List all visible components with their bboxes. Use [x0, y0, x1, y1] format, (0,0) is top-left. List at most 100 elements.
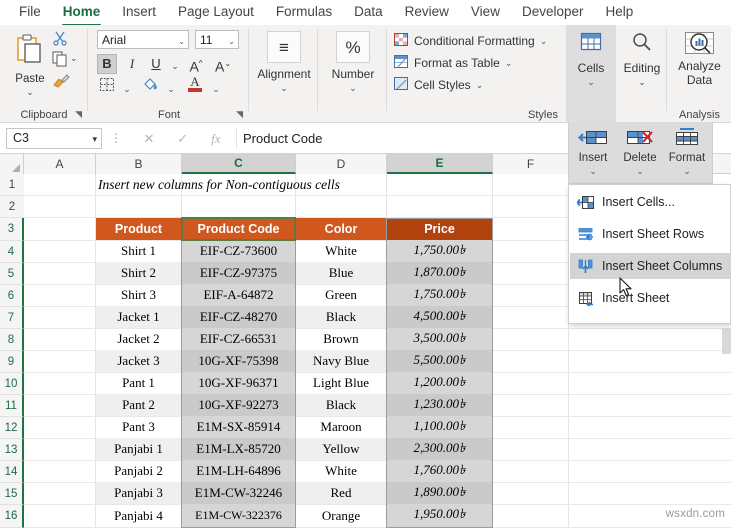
cells-icon[interactable]	[576, 30, 606, 58]
underline-button[interactable]: U	[146, 54, 166, 74]
table-row[interactable]: Panjabi 1	[96, 438, 181, 460]
table-header-product-code[interactable]: Product Code	[182, 218, 295, 240]
editing-caret-icon[interactable]: ⌄	[617, 77, 667, 88]
font-size-caret-icon[interactable]: ⌄	[228, 34, 235, 50]
menu-item-insert-sheet[interactable]: Insert Sheet	[570, 285, 731, 311]
table-row[interactable]: Green	[296, 284, 386, 306]
format-painter-icon[interactable]	[52, 73, 70, 92]
format-as-table-caret-icon[interactable]: ⌄	[505, 58, 513, 69]
table-row[interactable]: 1,870.00৳	[387, 262, 492, 284]
table-row[interactable]: 10G-XF-92273	[182, 394, 295, 416]
tab-page-layout[interactable]: Page Layout	[167, 2, 265, 23]
table-row[interactable]: Red	[296, 482, 386, 504]
paste-caret-icon[interactable]: ⌄	[8, 87, 52, 98]
table-row[interactable]: 1,760.00৳	[387, 460, 492, 482]
name-box[interactable]: C3 ▾	[6, 128, 102, 149]
italic-button[interactable]: I	[122, 54, 142, 74]
table-row[interactable]: EIF-CZ-66531	[182, 328, 295, 350]
table-row[interactable]: Orange	[296, 504, 386, 527]
menu-item-insert-sheet-rows[interactable]: Insert Sheet Rows	[570, 221, 731, 247]
row-header-6[interactable]: 6	[0, 285, 24, 307]
table-row[interactable]: Navy Blue	[296, 350, 386, 372]
row-header-14[interactable]: 14	[0, 461, 24, 483]
table-row[interactable]: 1,230.00৳	[387, 394, 492, 416]
increase-font-size-button[interactable]: A^	[186, 54, 206, 75]
table-row[interactable]: Maroon	[296, 416, 386, 438]
table-row[interactable]: Yellow	[296, 438, 386, 460]
tab-help[interactable]: Help	[595, 2, 645, 23]
column-header-b[interactable]: B	[96, 154, 182, 174]
tab-review[interactable]: Review	[394, 2, 460, 23]
table-row[interactable]: Pant 3	[96, 416, 181, 438]
table-row[interactable]: 10G-XF-96371	[182, 372, 295, 394]
tab-formulas[interactable]: Formulas	[265, 2, 343, 23]
table-row[interactable]: Jacket 1	[96, 306, 181, 328]
tab-data[interactable]: Data	[343, 2, 394, 23]
row-header-15[interactable]: 15	[0, 483, 24, 505]
insert-split-button[interactable]: Insert ⌄	[570, 124, 616, 182]
cell-styles-caret-icon[interactable]: ⌄	[476, 80, 484, 91]
analyze-data-icon[interactable]	[682, 30, 718, 58]
cell-b1-title[interactable]: Insert new columns for Non-contiguous ce…	[98, 174, 518, 195]
cut-icon[interactable]	[52, 30, 68, 49]
table-header-color[interactable]: Color	[296, 218, 386, 240]
cell-c1-c2-empty[interactable]	[182, 174, 295, 217]
table-row[interactable]: Black	[296, 306, 386, 328]
table-row[interactable]: 5,500.00৳	[387, 350, 492, 372]
table-row[interactable]: EIF-CZ-73600	[182, 240, 295, 262]
underline-caret-icon[interactable]: ⌄	[165, 56, 185, 76]
table-row[interactable]: Panjabi 2	[96, 460, 181, 482]
table-row[interactable]: Light Blue	[296, 372, 386, 394]
table-row[interactable]: E1M-LX-85720	[182, 438, 295, 460]
table-row[interactable]: Pant 1	[96, 372, 181, 394]
menu-item-insert-sheet-columns[interactable]: Insert Sheet Columns	[570, 253, 731, 279]
number-caret-icon[interactable]: ⌄	[319, 83, 387, 94]
column-header-f[interactable]: F	[493, 154, 569, 174]
cancel-icon[interactable]: ✕	[143, 131, 154, 147]
select-all-corner[interactable]	[0, 154, 24, 174]
tab-file[interactable]: File	[8, 2, 52, 23]
tab-developer[interactable]: Developer	[511, 2, 595, 23]
table-row[interactable]: Panjabi 3	[96, 482, 181, 504]
bold-button[interactable]: B	[97, 54, 117, 74]
table-row[interactable]: EIF-CZ-97375	[182, 262, 295, 284]
row-header-4[interactable]: 4	[0, 241, 24, 263]
row-header-7[interactable]: 7	[0, 307, 24, 329]
table-row[interactable]: 10G-XF-75398	[182, 350, 295, 372]
tab-insert[interactable]: Insert	[111, 2, 167, 23]
table-row[interactable]: Panjabi 4	[96, 504, 181, 527]
borders-button[interactable]	[97, 77, 117, 97]
font-color-button[interactable]: A	[185, 74, 205, 94]
table-row[interactable]: Shirt 2	[96, 262, 181, 284]
table-row[interactable]: Black	[296, 394, 386, 416]
format-split-button[interactable]: Format ⌄	[664, 124, 710, 182]
table-row[interactable]: 2,300.00৳	[387, 438, 492, 460]
row-header-1[interactable]: 1	[0, 174, 24, 196]
table-row[interactable]: 1,750.00৳	[387, 240, 492, 262]
conditional-formatting-button[interactable]: Conditional Formatting ⌄	[394, 31, 547, 51]
table-row[interactable]: Jacket 3	[96, 350, 181, 372]
row-header-8[interactable]: 8	[0, 329, 24, 351]
fill-color-caret-icon[interactable]: ⌄	[161, 79, 181, 99]
clipboard-dialog-launcher-icon[interactable]: ◥	[75, 109, 82, 120]
alignment-caret-icon[interactable]: ⌄	[250, 83, 318, 94]
ribbon-group-editing[interactable]: Editing ⌄	[617, 25, 667, 123]
font-name-caret-icon[interactable]: ⌄	[178, 34, 185, 50]
conditional-formatting-caret-icon[interactable]: ⌄	[540, 36, 548, 47]
font-color-caret-icon[interactable]: ⌄	[206, 79, 226, 99]
ribbon-group-cells[interactable]: Cells ⌄	[566, 25, 616, 123]
table-row[interactable]: Shirt 3	[96, 284, 181, 306]
table-header-price[interactable]: Price	[387, 218, 492, 240]
table-header-product[interactable]: Product	[96, 218, 181, 240]
table-row[interactable]: Blue	[296, 262, 386, 284]
table-row[interactable]: EIF-A-64872	[182, 284, 295, 306]
fill-color-button[interactable]	[141, 76, 161, 96]
vertical-scrollbar-thumb[interactable]	[722, 328, 731, 354]
menu-item-insert-cells[interactable]: Insert Cells...	[570, 189, 731, 215]
table-row[interactable]: 1,750.00৳	[387, 284, 492, 306]
table-row[interactable]: E1M-CW-32246	[182, 482, 295, 504]
format-caret-icon[interactable]: ⌄	[664, 166, 710, 177]
column-header-e[interactable]: E	[387, 154, 493, 174]
row-header-5[interactable]: 5	[0, 263, 24, 285]
tab-view[interactable]: View	[460, 2, 511, 23]
